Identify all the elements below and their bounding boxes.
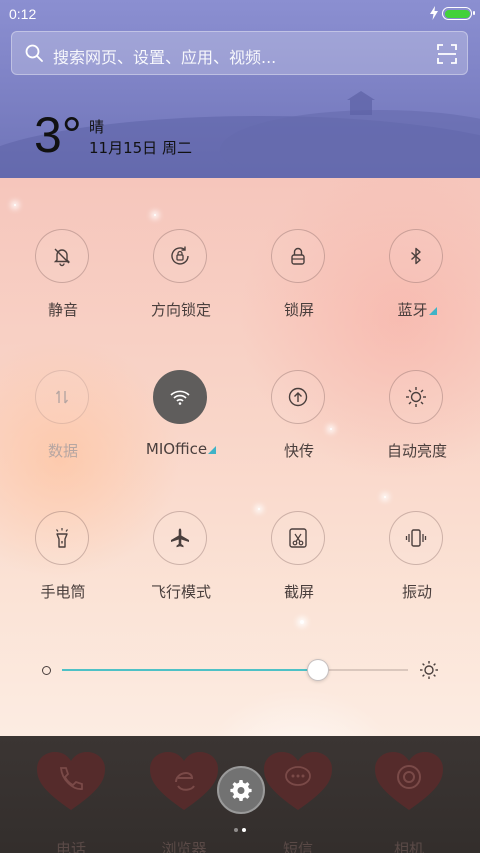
camera-icon	[375, 752, 443, 810]
sparkle	[258, 508, 260, 510]
toggle-label: 自动亮度	[386, 442, 447, 460]
toggle-label: 飞行模式	[150, 583, 211, 601]
messages-icon	[264, 752, 332, 810]
rotation-lock-icon	[171, 246, 189, 265]
page-indicator	[232, 826, 252, 834]
dock-app-label: 电话	[55, 840, 86, 853]
toggle-label: 方向锁定	[150, 301, 211, 319]
vibrate-icon	[405, 529, 427, 547]
search-input[interactable]: 搜索网页、设置、应用、视频...	[53, 44, 276, 68]
mobile-data-icon	[55, 390, 69, 404]
toggle-label: 静音	[47, 301, 78, 319]
sun-icon	[406, 387, 426, 407]
sparkle	[154, 214, 156, 216]
slider-fill	[62, 669, 319, 671]
toggle-quick-transfer[interactable]: 快传	[244, 370, 354, 480]
notification-header: 0:12 搜索网页、设置、应用、视频... 3° 晴 11月15日 周二	[0, 0, 480, 178]
more-indicator-icon	[208, 446, 217, 454]
toggle-flashlight[interactable]: 手电筒	[8, 511, 118, 621]
weather-date: 11月15日 周二	[89, 139, 192, 157]
toggle-label: 振动	[401, 583, 432, 601]
brightness-low-icon	[42, 666, 51, 675]
wifi-icon	[170, 390, 190, 405]
browser-icon	[150, 752, 218, 810]
toggle-vibrate[interactable]: 振动	[362, 511, 472, 621]
page-dot-current	[242, 828, 246, 832]
dock-app-label: 短信	[282, 840, 313, 853]
toggle-label: 截屏	[283, 583, 314, 601]
dock-app-label: 浏览器	[161, 840, 207, 853]
toggle-screenshot[interactable]: 截屏	[244, 511, 354, 621]
bluetooth-icon	[411, 247, 421, 265]
phone-icon	[37, 752, 105, 810]
toggle-lock-screen[interactable]: 锁屏	[244, 229, 354, 339]
toggle-bluetooth[interactable]: 蓝牙	[362, 229, 472, 339]
more-indicator-icon	[428, 307, 437, 315]
dock-app-label: 相机	[393, 840, 424, 853]
screenshot-icon	[289, 528, 307, 548]
toggle-label: 手电筒	[40, 583, 86, 601]
sparkle	[384, 496, 386, 498]
toggle-label: 快传	[283, 442, 314, 460]
slider-track[interactable]	[62, 659, 408, 681]
brightness-high-icon	[420, 661, 438, 679]
search-icon	[25, 44, 43, 62]
quick-settings-panel: 静音 方向锁定 锁屏 蓝牙 数据 MIOffice 快传 自动亮度 手电筒 飞行…	[0, 178, 480, 736]
flash-icon	[430, 6, 438, 20]
battery-icon	[442, 7, 475, 20]
slider-thumb[interactable]	[307, 659, 330, 681]
lock-icon	[291, 247, 305, 265]
toggle-mobile-data[interactable]: 数据	[8, 370, 118, 480]
dock-app-camera[interactable]: 相机	[369, 752, 449, 853]
bell-off-icon	[53, 248, 71, 267]
settings-button[interactable]	[217, 766, 265, 814]
brightness-slider[interactable]	[0, 656, 480, 686]
toggle-label: MIOffice	[145, 440, 208, 458]
search-bar[interactable]: 搜索网页、设置、应用、视频...	[11, 31, 468, 75]
sparkle	[14, 204, 16, 206]
scan-icon[interactable]	[437, 44, 457, 64]
weather-condition: 晴	[89, 118, 105, 136]
toggle-rotation-lock[interactable]: 方向锁定	[126, 229, 236, 339]
dock-app-messages[interactable]: 短信	[258, 752, 338, 853]
dock-app-phone[interactable]: 电话	[31, 752, 111, 853]
toggle-label: 蓝牙	[397, 301, 428, 319]
dock-app-browser[interactable]: 浏览器	[144, 752, 224, 853]
airplane-icon	[171, 528, 189, 548]
toggle-wifi[interactable]: MIOffice	[126, 370, 236, 480]
toggle-label: 数据	[47, 442, 78, 460]
flashlight-icon	[56, 528, 68, 548]
gear-icon	[230, 780, 252, 801]
toggle-auto-brightness[interactable]: 自动亮度	[362, 370, 472, 480]
toggle-airplane-mode[interactable]: 飞行模式	[126, 511, 236, 621]
background-house	[347, 91, 375, 115]
toggle-label: 锁屏	[283, 301, 314, 319]
upload-icon	[288, 387, 308, 407]
weather-temperature[interactable]: 3°	[34, 108, 82, 162]
status-time: 0:12	[9, 6, 37, 22]
battery-fill	[444, 9, 470, 18]
page-dot	[234, 828, 238, 832]
toggle-silent[interactable]: 静音	[8, 229, 118, 339]
